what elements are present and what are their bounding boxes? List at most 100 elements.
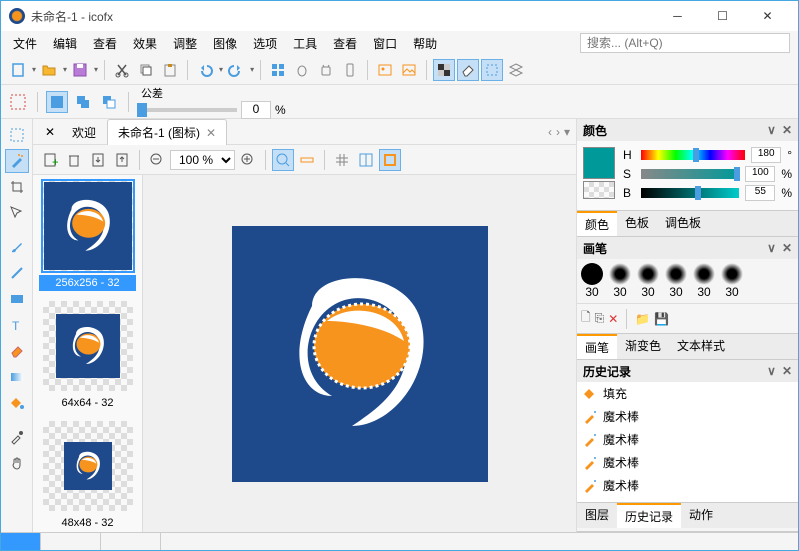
thumbnail[interactable]: 48x48 - 32 bbox=[39, 421, 136, 531]
history-item[interactable]: 魔术棒 bbox=[577, 451, 798, 474]
menu-工具[interactable]: 工具 bbox=[285, 32, 325, 55]
cut-button[interactable] bbox=[111, 59, 133, 81]
panel-collapse-icon[interactable]: ∨ bbox=[767, 241, 776, 255]
history-item[interactable]: 魔术棒 bbox=[577, 428, 798, 451]
tab-prev[interactable]: ‹ bbox=[548, 125, 552, 139]
tolerance-value[interactable]: 0 bbox=[241, 101, 271, 119]
open-button[interactable] bbox=[38, 59, 60, 81]
undo-button[interactable] bbox=[194, 59, 216, 81]
sel-new-icon[interactable] bbox=[46, 91, 68, 113]
zoom-select[interactable]: 100 % bbox=[170, 150, 235, 170]
brush-new-icon[interactable]: 🗋 bbox=[581, 308, 591, 329]
open-dropdown[interactable]: ▾ bbox=[63, 65, 67, 74]
redo-dropdown[interactable]: ▾ bbox=[250, 65, 254, 74]
zoom-in-button[interactable] bbox=[237, 149, 259, 171]
zoom-out-button[interactable] bbox=[146, 149, 168, 171]
tab-next[interactable]: › bbox=[556, 125, 560, 139]
history-item[interactable]: 填充 bbox=[577, 382, 798, 405]
delete-size-button[interactable] bbox=[63, 149, 85, 171]
brush-save-icon[interactable]: 💾 bbox=[654, 312, 669, 326]
new-button[interactable] bbox=[7, 59, 29, 81]
layers-icon[interactable] bbox=[505, 59, 527, 81]
color-subtab[interactable]: 颜色 bbox=[577, 211, 617, 236]
history-subtab[interactable]: 历史记录 bbox=[617, 503, 681, 528]
tab-close-icon[interactable]: ✕ bbox=[206, 126, 216, 140]
history-item[interactable]: 魔术棒 bbox=[577, 474, 798, 497]
sel-add-icon[interactable] bbox=[72, 91, 94, 113]
checker-toggle[interactable] bbox=[433, 59, 455, 81]
brush-tool[interactable] bbox=[5, 235, 29, 259]
move-tool[interactable] bbox=[5, 201, 29, 225]
mobile-icon[interactable] bbox=[339, 59, 361, 81]
tolerance-slider[interactable] bbox=[137, 108, 237, 112]
menu-帮助[interactable]: 帮助 bbox=[405, 32, 445, 55]
grid-button[interactable] bbox=[331, 149, 353, 171]
hand-tool[interactable] bbox=[5, 451, 29, 475]
menu-效果[interactable]: 效果 bbox=[125, 32, 165, 55]
guides-button[interactable] bbox=[355, 149, 377, 171]
text-tool[interactable]: T bbox=[5, 313, 29, 337]
line-tool[interactable] bbox=[5, 261, 29, 285]
panel-close-icon[interactable]: ✕ bbox=[782, 123, 792, 137]
menu-编辑[interactable]: 编辑 bbox=[45, 32, 85, 55]
color-subtab[interactable]: 调色板 bbox=[657, 211, 709, 236]
windows-icon[interactable] bbox=[267, 59, 289, 81]
minimize-button[interactable]: ─ bbox=[655, 1, 700, 31]
fill-tool[interactable] bbox=[5, 391, 29, 415]
select-rect-icon[interactable] bbox=[7, 91, 29, 113]
gradient-tool[interactable] bbox=[5, 365, 29, 389]
menu-查看[interactable]: 查看 bbox=[325, 32, 365, 55]
menu-窗口[interactable]: 窗口 bbox=[365, 32, 405, 55]
brush-dup-icon[interactable]: ⎘ bbox=[595, 311, 605, 326]
thumbnail[interactable]: 256x256 - 32 bbox=[39, 181, 136, 291]
image2-button[interactable] bbox=[398, 59, 420, 81]
brush-subtab[interactable]: 文本样式 bbox=[669, 334, 733, 359]
panel-close-icon[interactable]: ✕ bbox=[782, 241, 792, 255]
search-box[interactable] bbox=[580, 33, 790, 53]
undo-dropdown[interactable]: ▾ bbox=[219, 65, 223, 74]
document-tab[interactable]: 未命名-1 (图标)✕ bbox=[107, 119, 227, 145]
panel-collapse-icon[interactable]: ∨ bbox=[767, 364, 776, 378]
bounds-button[interactable] bbox=[379, 149, 401, 171]
eraser-toggle[interactable] bbox=[457, 59, 479, 81]
history-item[interactable]: 魔术棒 bbox=[577, 405, 798, 428]
sat-slider[interactable] bbox=[641, 169, 739, 179]
apple-icon[interactable] bbox=[291, 59, 313, 81]
tab-menu[interactable]: ▾ bbox=[564, 125, 570, 139]
import-button[interactable] bbox=[111, 149, 133, 171]
bright-slider[interactable] bbox=[641, 188, 739, 198]
new-size-button[interactable]: + bbox=[39, 149, 61, 171]
welcome-tab[interactable]: 欢迎 bbox=[61, 119, 107, 145]
hue-slider[interactable] bbox=[641, 150, 745, 160]
sel-sub-icon[interactable] bbox=[98, 91, 120, 113]
marquee-tool[interactable] bbox=[5, 123, 29, 147]
menu-图像[interactable]: 图像 bbox=[205, 32, 245, 55]
menu-选项[interactable]: 选项 bbox=[245, 32, 285, 55]
eraser-tool[interactable] bbox=[5, 339, 29, 363]
android-icon[interactable] bbox=[315, 59, 337, 81]
redo-button[interactable] bbox=[225, 59, 247, 81]
close-button[interactable]: ✕ bbox=[745, 1, 790, 31]
image-button[interactable] bbox=[374, 59, 396, 81]
brush-preset[interactable]: 30 bbox=[665, 263, 687, 299]
new-dropdown[interactable]: ▾ bbox=[32, 65, 36, 74]
bounds-toggle[interactable] bbox=[481, 59, 503, 81]
brush-del-icon[interactable]: ✕ bbox=[608, 312, 618, 326]
search-input[interactable] bbox=[580, 33, 790, 53]
menu-查看[interactable]: 查看 bbox=[85, 32, 125, 55]
thumbnail[interactable]: 64x64 - 32 bbox=[39, 301, 136, 411]
brush-preset[interactable]: 30 bbox=[637, 263, 659, 299]
wand-tool[interactable] bbox=[5, 149, 29, 173]
maximize-button[interactable]: ☐ bbox=[700, 1, 745, 31]
foreground-swatch[interactable] bbox=[583, 147, 615, 179]
brush-folder-icon[interactable]: 📁 bbox=[635, 312, 650, 326]
rect-tool[interactable] bbox=[5, 287, 29, 311]
color-subtab[interactable]: 色板 bbox=[617, 211, 657, 236]
brush-preset[interactable]: 30 bbox=[721, 263, 743, 299]
canvas-area[interactable] bbox=[143, 175, 576, 532]
save-button[interactable] bbox=[69, 59, 91, 81]
canvas[interactable] bbox=[232, 226, 488, 482]
menu-文件[interactable]: 文件 bbox=[5, 32, 45, 55]
paste-button[interactable] bbox=[159, 59, 181, 81]
copy-button[interactable] bbox=[135, 59, 157, 81]
